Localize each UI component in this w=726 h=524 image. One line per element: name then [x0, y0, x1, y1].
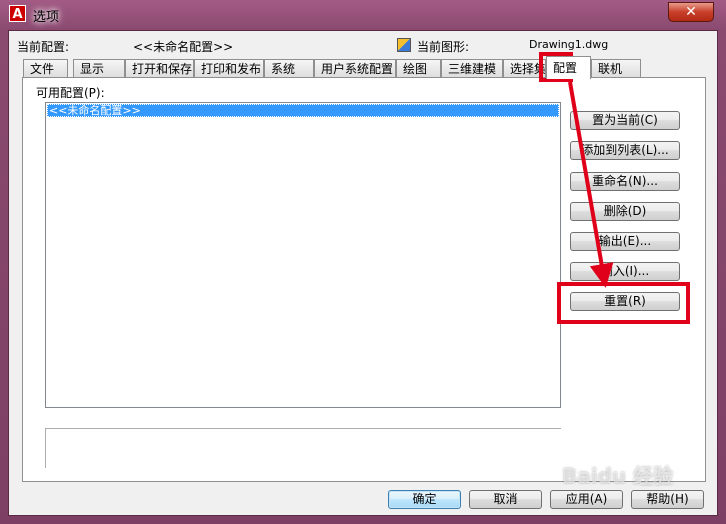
- current-drawing-value: Drawing1.dwg: [529, 38, 609, 51]
- tab-plot-publish[interactable]: 打印和发布: [194, 59, 264, 78]
- profiles-tab-panel: 可用配置(P): <<未命名配置>> 置为当前(C) 添加到列表(L)... 重…: [22, 77, 706, 482]
- available-profiles-label: 可用配置(P):: [36, 86, 105, 100]
- rename-button[interactable]: 重命名(N)...: [570, 172, 680, 191]
- add-to-list-button[interactable]: 添加到列表(L)...: [570, 141, 680, 160]
- apply-button[interactable]: 应用(A): [550, 490, 623, 509]
- profiles-listbox[interactable]: <<未命名配置>>: [45, 102, 561, 408]
- tab-online[interactable]: 联机: [591, 59, 641, 78]
- tab-system[interactable]: 系统: [264, 59, 314, 78]
- tab-files[interactable]: 文件: [23, 59, 68, 78]
- profile-description-box: [45, 428, 561, 468]
- baidu-watermark: Baidu 经验: [562, 464, 674, 488]
- set-current-button[interactable]: 置为当前(C): [570, 111, 680, 130]
- tab-drafting[interactable]: 绘图: [396, 59, 441, 78]
- window-title: 选项: [33, 10, 60, 25]
- tab-user-preferences[interactable]: 用户系统配置: [314, 59, 396, 78]
- current-profile-value: <<未命名配置>>: [133, 40, 234, 54]
- import-button[interactable]: 输入(I)...: [570, 262, 680, 281]
- tab-3d-modeling[interactable]: 三维建模: [441, 59, 503, 78]
- delete-button[interactable]: 删除(D): [570, 202, 680, 221]
- help-button[interactable]: 帮助(H): [631, 490, 704, 509]
- current-profile-label: 当前配置:: [17, 40, 70, 54]
- drawing-file-icon: [397, 38, 411, 52]
- dialog-client-area: 当前配置: <<未命名配置>> 当前图形: Drawing1.dwg 文件 显示…: [8, 30, 718, 516]
- tab-selection[interactable]: 选择集: [503, 59, 546, 78]
- export-button[interactable]: 输出(E)...: [570, 232, 680, 251]
- title-bar[interactable]: A 选项 ✕: [0, 0, 726, 30]
- list-item[interactable]: <<未命名配置>>: [47, 104, 559, 117]
- tab-display[interactable]: 显示: [73, 59, 125, 78]
- autocad-app-icon: A: [9, 5, 26, 22]
- cancel-button[interactable]: 取消: [469, 490, 542, 509]
- tab-open-save[interactable]: 打开和保存: [125, 59, 194, 78]
- options-dialog-window: A 选项 ✕ 当前配置: <<未命名配置>> 当前图形: Drawing1.dw…: [0, 0, 726, 524]
- current-drawing-label: 当前图形:: [417, 40, 470, 54]
- ok-button[interactable]: 确定: [388, 490, 461, 509]
- tab-profiles[interactable]: 配置: [546, 56, 591, 79]
- reset-button[interactable]: 重置(R): [570, 292, 680, 311]
- close-button[interactable]: ✕: [668, 2, 714, 22]
